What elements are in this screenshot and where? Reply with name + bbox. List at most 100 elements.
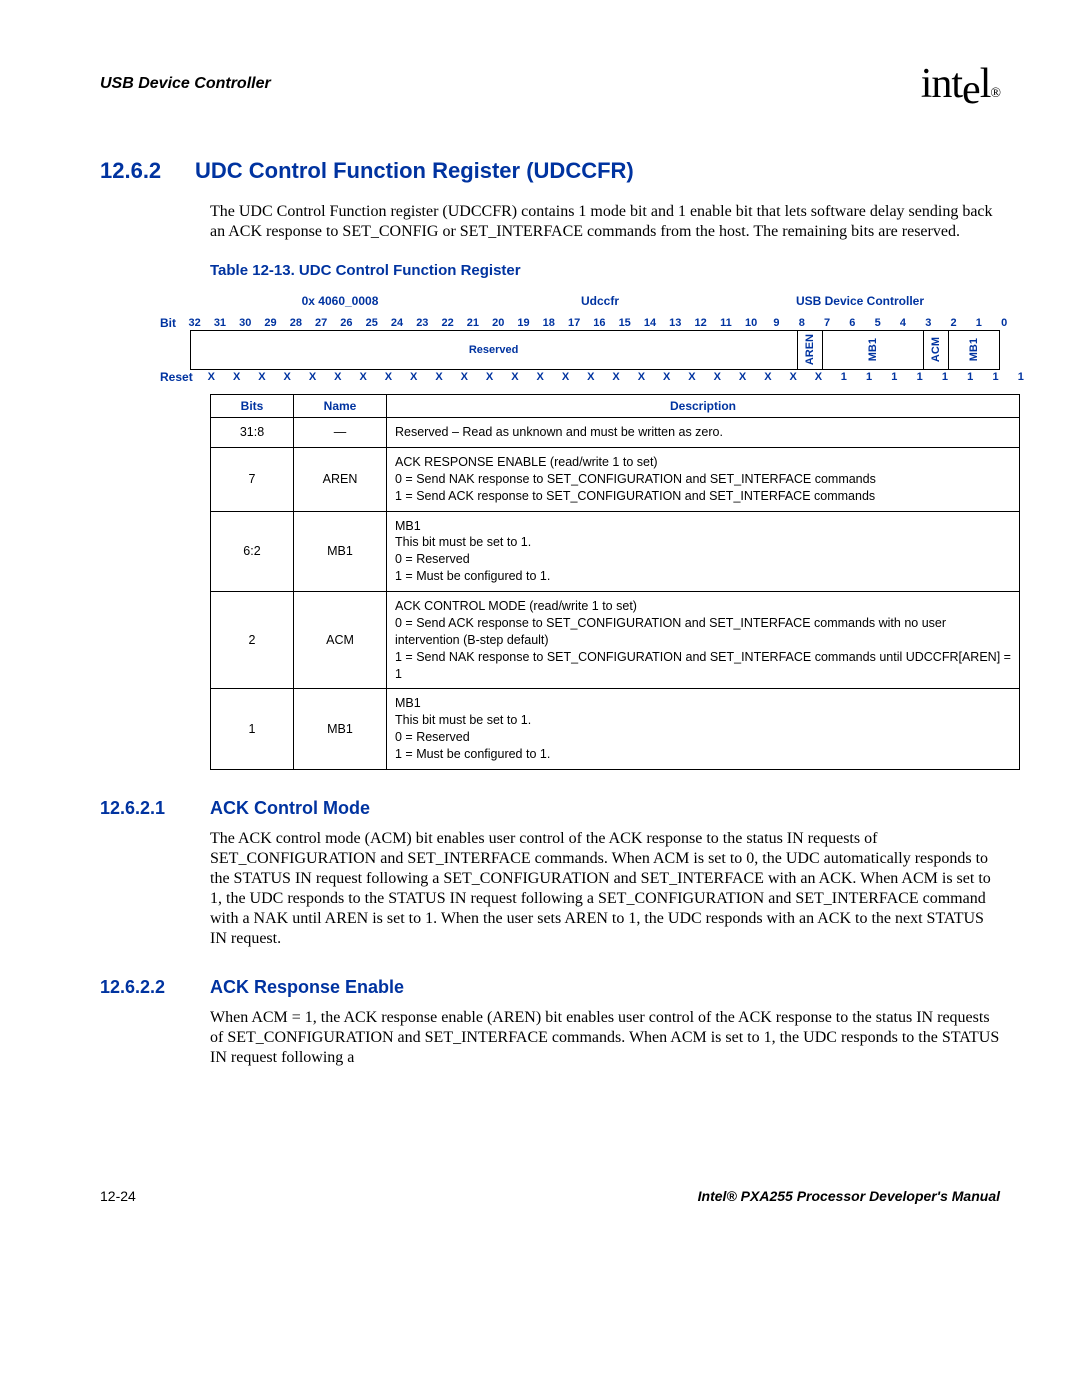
reset-value: X [376, 371, 401, 383]
reset-value: X [199, 371, 224, 383]
bit-number: 15 [612, 317, 637, 329]
table-caption: Table 12-13. UDC Control Function Regist… [210, 262, 1000, 279]
subsection-heading-12-6-2-2: 12.6.2.2ACK Response Enable [100, 977, 1000, 998]
page-footer: 12-24 Intel® PXA255 Processor Developer'… [100, 1188, 1000, 1204]
reset-value: 1 [932, 371, 957, 383]
bit-number: 22 [435, 317, 460, 329]
bit-number: 20 [486, 317, 511, 329]
desc-cell: MB1 This bit must be set to 1. 0 = Reser… [387, 689, 1020, 770]
reset-value: 1 [831, 371, 856, 383]
subsection-title: ACK Control Mode [210, 798, 370, 818]
reset-value: X [477, 371, 502, 383]
table-row: 2ACMACK CONTROL MODE (read/write 1 to se… [211, 592, 1020, 689]
reset-value: X [679, 371, 704, 383]
name-cell: ACM [294, 592, 387, 689]
register-header-row: 0x 4060_0008 Udccfr USB Device Controlle… [210, 294, 1000, 308]
reset-value: X [705, 371, 730, 383]
reset-value: X [325, 371, 350, 383]
reset-value: X [502, 371, 527, 383]
reset-value: X [654, 371, 679, 383]
bit-number: 29 [258, 317, 283, 329]
bit-number: 25 [359, 317, 384, 329]
bit-number: 10 [739, 317, 764, 329]
register-controller: USB Device Controller [730, 294, 990, 308]
reset-value: X [300, 371, 325, 383]
reset-cells: XXXXXXXXXXXXXXXXXXXXXXXXX11111111 [199, 371, 1034, 383]
bit-number: 11 [713, 317, 738, 329]
reset-value: 1 [856, 371, 881, 383]
reset-value: X [224, 371, 249, 383]
name-cell: AREN [294, 447, 387, 511]
bits-cell: 2 [211, 592, 294, 689]
header-bits: Bits [211, 395, 294, 418]
desc-cell: Reserved – Read as unknown and must be w… [387, 418, 1020, 448]
mb1-field: MB1 [823, 331, 924, 369]
bit-number: 18 [536, 317, 561, 329]
bit-number: 8 [789, 317, 814, 329]
table-row: 1MB1MB1 This bit must be set to 1. 0 = R… [211, 689, 1020, 770]
bit-number: 30 [233, 317, 258, 329]
page-header: USB Device Controller intel® [100, 60, 1000, 108]
intel-logo: intel® [921, 60, 1000, 108]
reset-value: X [401, 371, 426, 383]
bit-number: 4 [890, 317, 915, 329]
bit-number: 27 [308, 317, 333, 329]
bit-number: 26 [334, 317, 359, 329]
registered-symbol: ® [990, 86, 1000, 101]
header-description: Description [387, 395, 1020, 418]
bit-number: 13 [663, 317, 688, 329]
bit-number: 23 [410, 317, 435, 329]
bits-cell: 31:8 [211, 418, 294, 448]
header-section-title: USB Device Controller [100, 75, 271, 93]
bit-table: Bit 323130292827262524232221201918171615… [160, 316, 1000, 384]
reset-value: X [781, 371, 806, 383]
reserved-field: Reserved [191, 331, 798, 369]
bit-number: 24 [384, 317, 409, 329]
subsection-heading-12-6-2-1: 12.6.2.1ACK Control Mode [100, 798, 1000, 819]
reset-label: Reset [160, 370, 199, 384]
section-number: 12.6.2 [100, 158, 195, 184]
bit-number: 16 [587, 317, 612, 329]
bit-number: 19 [511, 317, 536, 329]
name-cell: — [294, 418, 387, 448]
bit-number: 6 [840, 317, 865, 329]
register-address: 0x 4060_0008 [210, 294, 470, 308]
page-container: USB Device Controller intel® 12.6.2UDC C… [0, 0, 1080, 1264]
reset-value: 1 [958, 371, 983, 383]
subsection-paragraph: When ACM = 1, the ACK response enable (A… [210, 1008, 1000, 1068]
name-cell: MB1 [294, 689, 387, 770]
bit-number-row: Bit 323130292827262524232221201918171615… [160, 316, 1000, 330]
reset-value: 1 [882, 371, 907, 383]
subsection-paragraph: The ACK control mode (ACM) bit enables u… [210, 829, 1000, 949]
bit-number: 31 [207, 317, 232, 329]
reset-value: X [730, 371, 755, 383]
mb1-field-2: MB1 [949, 331, 1000, 369]
reset-value: X [426, 371, 451, 383]
header-name: Name [294, 395, 387, 418]
reset-value: X [452, 371, 477, 383]
reset-value: X [603, 371, 628, 383]
reset-value: X [350, 371, 375, 383]
description-table: Bits Name Description 31:8—Reserved – Re… [210, 394, 1020, 770]
table-row: 7ARENACK RESPONSE ENABLE (read/write 1 t… [211, 447, 1020, 511]
subsection-number: 12.6.2.2 [100, 977, 210, 998]
subsection-title: ACK Response Enable [210, 977, 404, 997]
bits-cell: 6:2 [211, 511, 294, 592]
section-heading-12-6-2: 12.6.2UDC Control Function Register (UDC… [100, 158, 1000, 184]
manual-title: Intel® PXA255 Processor Developer's Manu… [698, 1188, 1000, 1204]
bit-number: 0 [992, 317, 1017, 329]
desc-cell: ACK CONTROL MODE (read/write 1 to set) 0… [387, 592, 1020, 689]
section-paragraph: The UDC Control Function register (UDCCF… [210, 202, 1000, 242]
reset-value: X [806, 371, 831, 383]
bit-number: 14 [637, 317, 662, 329]
bit-label: Bit [160, 316, 182, 330]
bit-name-row: Reserved AREN MB1 ACM MB1 [160, 330, 1000, 370]
bits-cell: 7 [211, 447, 294, 511]
name-cell: MB1 [294, 511, 387, 592]
table-header-row: Bits Name Description [211, 395, 1020, 418]
reset-value: X [275, 371, 300, 383]
bit-name-cells: Reserved AREN MB1 ACM MB1 [190, 330, 1000, 370]
aren-field: AREN [798, 331, 823, 369]
table-row: 31:8—Reserved – Read as unknown and must… [211, 418, 1020, 448]
bit-number-cells: 3231302928272625242322212019181716151413… [182, 317, 1017, 329]
